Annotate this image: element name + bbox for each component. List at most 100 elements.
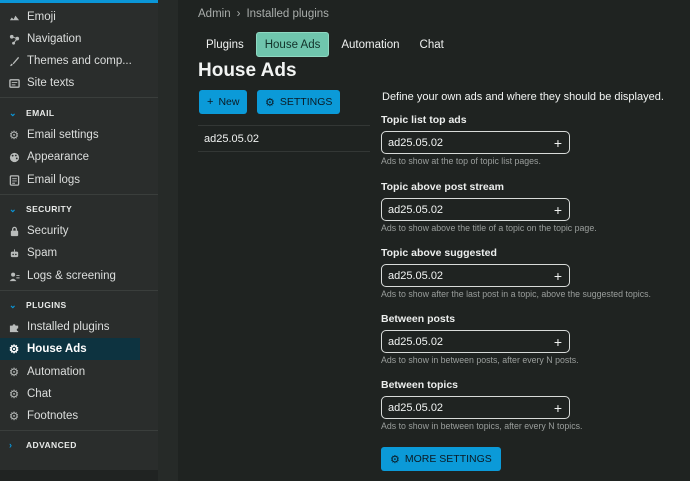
admin-sidebar: Emoji Navigation Themes and comp... Site… [0,0,158,470]
chevron-down-icon: ⌄ [9,107,17,118]
log-icon [8,174,20,186]
selected-ad: ad25.05.02 [388,401,444,414]
sidebar-item-site-texts[interactable]: Site texts [0,72,140,94]
new-ad-button[interactable]: + New [199,90,248,114]
plus-icon[interactable]: + [554,401,562,415]
breadcrumb-admin[interactable]: Admin [198,8,231,20]
user-log-icon [8,270,20,282]
chevron-down-icon: ⌄ [9,299,17,310]
sidebar-footer [0,470,158,481]
new-ad-label: New [218,96,240,108]
settings-label: SETTINGS [279,96,333,108]
sidebar-item-security[interactable]: Security [0,220,140,242]
palette-icon [8,151,20,163]
sidebar-item-label: Themes and comp... [27,55,132,67]
breadcrumb-separator: › [236,8,241,20]
chevron-right-icon: › [9,440,13,450]
tab-plugins[interactable]: Plugins [198,32,252,57]
setting-label: Between posts [381,313,456,325]
setting-between-topics: Between topics ad25.05.02 + Ads to show … [381,379,681,431]
sidebar-item-automation[interactable]: ⚙ Automation [0,361,140,383]
page-title: House Ads [198,60,297,81]
section-heading: ADVANCED [26,440,77,450]
sidebar-item-label: Chat [27,388,52,400]
section-heading: SECURITY [26,204,73,214]
setting-label: Topic above post stream [381,181,504,193]
selected-ad: ad25.05.02 [388,136,444,149]
sidebar-item-label: Navigation [27,33,82,45]
sidebar-item-label: Footnotes [27,410,79,422]
ad-selector[interactable]: ad25.05.02 + [381,198,570,221]
paintbrush-icon [8,55,20,67]
sidebar-item-email-settings[interactable]: ⚙ Email settings [0,124,140,146]
sidebar-item-label: Appearance [27,151,90,163]
sidebar-section-advanced[interactable]: › ADVANCED [0,437,150,453]
sidebar-divider [0,290,158,291]
sidebar-item-logs-screening[interactable]: Logs & screening [0,265,140,287]
sidebar-item-navigation[interactable]: Navigation [0,28,140,50]
tab-automation[interactable]: Automation [333,32,407,57]
selected-ad: ad25.05.02 [388,203,444,216]
sidebar-item-themes[interactable]: Themes and comp... [0,50,140,72]
gear-icon: ⚙ [8,130,20,142]
settings-description: Define your own ads and where they shoul… [382,91,664,103]
sidebar-item-appearance[interactable]: Appearance [0,146,140,168]
setting-help: Ads to show above the title of a topic o… [381,223,597,233]
setting-label: Between topics [381,379,459,391]
plus-icon[interactable]: + [554,136,562,150]
settings-button[interactable]: ⚙ SETTINGS [257,90,341,114]
sidebar-item-label: Spam [27,247,58,259]
puzzle-icon [8,321,20,333]
ad-list-item[interactable]: ad25.05.02 [198,125,370,152]
tab-house-ads[interactable]: House Ads [255,32,330,57]
ad-selector[interactable]: ad25.05.02 + [381,131,570,154]
sidebar-item-chat[interactable]: ⚙ Chat [0,383,140,405]
setting-between-posts: Between posts ad25.05.02 + Ads to show i… [381,313,681,365]
setting-topic-above-suggested: Topic above suggested ad25.05.02 + Ads t… [381,247,681,299]
sidebar-accent-bar [0,0,158,3]
sidebar-item-emoji[interactable]: Emoji [0,6,140,28]
sidebar-item-installed-plugins[interactable]: Installed plugins [0,316,140,338]
setting-topic-above-post-stream: Topic above post stream ad25.05.02 + Ads… [381,181,681,233]
ad-name: ad25.05.02 [204,132,260,145]
emoji-icon [8,11,20,23]
setting-help: Ads to show in between posts, after ever… [381,355,579,365]
ad-selector[interactable]: ad25.05.02 + [381,330,570,353]
sidebar-item-label: Installed plugins [27,321,110,333]
sidebar-item-label: Emoji [27,11,56,23]
breadcrumb-installed-plugins[interactable]: Installed plugins [246,8,328,20]
gear-icon: ⚙ [8,367,20,379]
sidebar-item-footnotes[interactable]: ⚙ Footnotes [0,405,140,427]
lock-icon [8,225,20,237]
selected-ad: ad25.05.02 [388,335,444,348]
plus-icon[interactable]: + [554,203,562,217]
sidebar-item-label: Email logs [27,174,81,186]
setting-topic-list-top: Topic list top ads ad25.05.02 + Ads to s… [381,114,681,166]
sidebar-item-email-logs[interactable]: Email logs [0,169,140,191]
breadcrumb: Admin › Installed plugins [198,8,329,20]
plus-icon[interactable]: + [554,269,562,283]
sidebar-item-label: Automation [27,366,86,378]
setting-help: Ads to show after the last post in a top… [381,289,651,299]
sidebar-section-email[interactable]: ⌄ EMAIL [0,105,150,121]
sidebar-item-house-ads[interactable]: ⚙ House Ads [0,338,140,360]
sidebar-item-label: Site texts [27,77,75,89]
setting-help: Ads to show at the top of topic list pag… [381,156,541,166]
navigation-icon [8,33,20,45]
sidebar-item-label: Security [27,225,69,237]
gear-icon: ⚙ [265,96,275,109]
sidebar-item-label: Logs & screening [27,270,116,282]
tab-chat[interactable]: Chat [412,32,452,57]
sidebar-divider [0,430,158,431]
sidebar-section-security[interactable]: ⌄ SECURITY [0,201,150,217]
setting-label: Topic above suggested [381,247,497,259]
more-settings-button[interactable]: ⚙ MORE SETTINGS [381,447,501,471]
plus-icon[interactable]: + [554,335,562,349]
ad-selector[interactable]: ad25.05.02 + [381,264,570,287]
sidebar-section-plugins[interactable]: ⌄ PLUGINS [0,297,150,313]
sidebar-divider [0,194,158,195]
text-icon [8,77,20,89]
sidebar-item-label: Email settings [27,129,99,141]
sidebar-item-spam[interactable]: Spam [0,242,140,264]
ad-selector[interactable]: ad25.05.02 + [381,396,570,419]
